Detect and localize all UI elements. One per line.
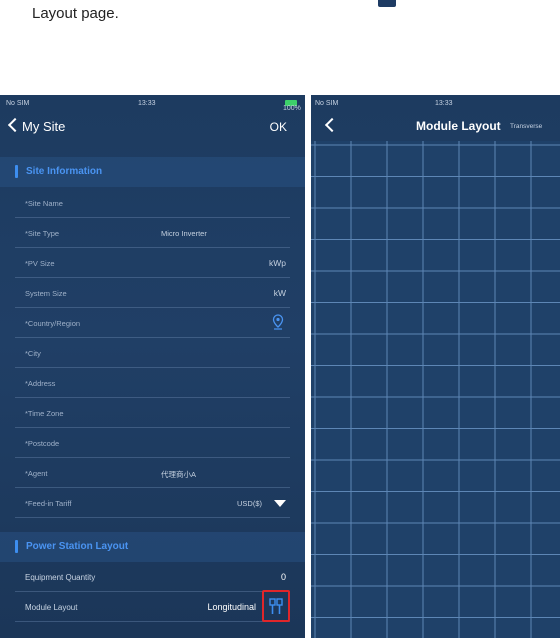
section-title: Site Information [26,166,103,177]
row-label: System Size [25,289,67,298]
row-label: *Site Type [25,229,60,238]
back-title[interactable]: My Site [22,119,65,134]
agent-row[interactable]: *Agent 代理商小A [15,458,290,488]
battery-indicator: 100% [283,100,301,112]
row-label: *City [25,349,41,358]
module-layout-value: Longitudinal [207,602,256,612]
row-label: *Site Name [25,199,63,208]
section-title: Power Station Layout [26,541,129,552]
module-layout-icon [269,598,283,614]
agent-value: 代理商小A [161,470,197,479]
module-layout-row[interactable]: Module Layout Longitudinal [15,590,290,622]
pv-size-row[interactable]: *PV Size kWp [15,248,290,278]
section-power-station-layout: Power Station Layout [0,532,305,562]
carrier-label: No SIM [6,100,30,107]
carrier-label: No SIM [315,100,339,107]
location-pin-icon[interactable] [272,314,284,330]
nav-bar: My Site OK [0,113,305,141]
back-chevron-icon[interactable] [7,117,23,133]
row-label: *Postcode [25,439,60,448]
row-label: *Time Zone [25,409,64,418]
feed-in-tariff-row[interactable]: *Feed-in Tariff USD($) [15,488,290,518]
my-site-screen: No SIM 13:33 100% My Site OK Site Inform… [0,95,305,638]
pv-size-unit: kWp [269,258,286,268]
currency-value: USD($) [236,499,262,508]
site-type-row[interactable]: *Site Type Micro Inverter [15,218,290,248]
module-grid-lines [311,141,560,638]
section-accent-bar [15,540,18,553]
status-bar: No SIM 13:33 [311,95,560,113]
caption-text: Layout page. [32,5,119,22]
site-name-row[interactable]: *Site Name [15,188,290,218]
address-row[interactable]: *Address [15,368,290,398]
system-size-unit: kW [273,288,286,298]
module-layout-button[interactable] [262,590,290,622]
transverse-button[interactable]: Transverse [510,123,542,130]
dropdown-arrow-icon[interactable] [274,500,286,507]
row-label: Equipment Quantity [25,573,96,582]
back-chevron-icon[interactable] [324,117,340,133]
row-label: *Address [25,379,56,388]
nav-bar: Module Layout Transverse [311,113,560,141]
section-site-information: Site Information [0,157,305,187]
row-label: Module Layout [25,603,78,612]
time-zone-row[interactable]: *Time Zone [15,398,290,428]
row-label: *Agent [25,469,48,478]
site-type-value: Micro Inverter [161,229,207,238]
module-grid[interactable] [311,141,560,638]
ok-button[interactable]: OK [270,120,287,134]
module-layout-screen: No SIM 13:33 Module Layout Transverse [311,95,560,638]
city-row[interactable]: *City [15,338,290,368]
row-label: *Feed-in Tariff [25,499,72,508]
page-title: Module Layout [416,119,501,133]
country-region-row[interactable]: *Country/Region [15,308,290,338]
row-label: *PV Size [25,259,55,268]
equipment-quantity-row: Equipment Quantity 0 [15,562,290,592]
postcode-row[interactable]: *Postcode [15,428,290,458]
equipment-quantity-value: 0 [280,572,286,582]
status-time: 13:33 [435,100,453,107]
system-size-row[interactable]: System Size kW [15,278,290,308]
status-bar: No SIM 13:33 100% [0,95,305,113]
section-accent-bar [15,165,18,178]
row-label: *Country/Region [25,319,81,328]
status-time: 13:33 [138,100,156,107]
app-icon [378,0,396,7]
